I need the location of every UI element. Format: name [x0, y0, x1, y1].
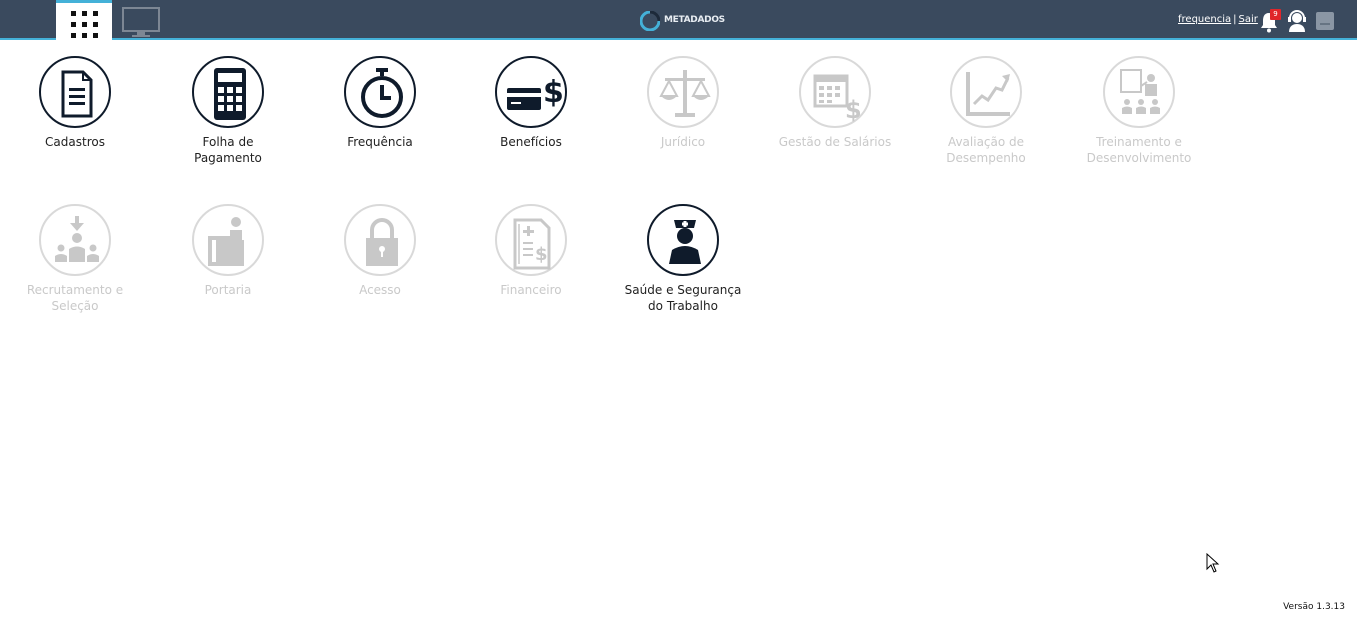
svg-text:$: $ — [543, 75, 564, 110]
module-label: Acesso — [359, 283, 401, 297]
link-separator: | — [1233, 14, 1237, 25]
growth-chart-icon — [966, 72, 1010, 116]
reception-desk-icon — [208, 217, 244, 266]
logo-ring-icon — [639, 10, 661, 32]
svg-text:$: $ — [845, 96, 862, 124]
padlock-icon — [366, 218, 398, 266]
module-label: Jurídico — [660, 135, 706, 149]
calculator-icon — [214, 68, 246, 120]
top-bar: METADADOS frequencia | Sair 9 — [0, 0, 1357, 40]
support-agent-icon[interactable] — [1286, 10, 1308, 32]
scales-icon — [659, 70, 711, 117]
apps-grid-icon — [71, 11, 98, 38]
module-saude-seguranca[interactable]: Saúde e Segurança do Trabalho — [623, 204, 743, 314]
notification-badge: 9 — [1270, 9, 1281, 20]
calendar-dollar-icon: $ — [813, 74, 862, 124]
apps-tab[interactable] — [56, 0, 112, 40]
module-avaliacao-button — [950, 56, 1022, 128]
module-gestao-de-salarios: $ Gestão de Salários — [775, 56, 895, 150]
svg-text:$: $ — [535, 244, 548, 265]
module-cadastros[interactable]: Cadastros — [15, 56, 135, 150]
module-label: Benefícios — [500, 135, 562, 149]
module-label: Gestão de Salários — [778, 135, 892, 149]
module-frequencia[interactable]: Frequência — [320, 56, 440, 150]
module-cadastros-button[interactable] — [39, 56, 111, 128]
presentation-icon — [1120, 69, 1160, 114]
module-treinamento-button — [1103, 56, 1175, 128]
module-recrutamento: Recrutamento e Seleção — [15, 204, 135, 314]
module-label: Frequência — [347, 135, 413, 149]
module-financeiro: $ Financeiro — [471, 204, 591, 298]
chat-icon[interactable] — [1315, 11, 1335, 31]
stopwatch-icon — [361, 68, 403, 118]
module-juridico-button — [647, 56, 719, 128]
module-saude-button[interactable] — [647, 204, 719, 276]
module-label: Saúde e Segurança do Trabalho — [624, 283, 742, 313]
module-acesso-button — [344, 204, 416, 276]
document-icon — [61, 70, 93, 118]
module-beneficios[interactable]: $ Benefícios — [471, 56, 591, 150]
module-acesso: Acesso — [320, 204, 440, 298]
module-label: Financeiro — [500, 283, 562, 297]
user-link[interactable]: frequencia — [1178, 14, 1231, 25]
module-juridico: Jurídico — [623, 56, 743, 150]
module-treinamento: Treinamento e Desenvolvimento — [1079, 56, 1199, 166]
module-label: Treinamento e Desenvolvimento — [1086, 135, 1192, 165]
module-financeiro-button: $ — [495, 204, 567, 276]
module-label: Folha de Pagamento — [194, 135, 262, 165]
module-label: Portaria — [204, 283, 252, 297]
nurse-icon — [669, 220, 701, 264]
monitor-icon[interactable] — [122, 7, 160, 39]
logout-link[interactable]: Sair — [1239, 14, 1258, 25]
module-folha-de-pagamento[interactable]: Folha de Pagamento — [168, 56, 288, 166]
module-label: Cadastros — [45, 135, 105, 149]
card-dollar-icon: $ — [507, 75, 564, 110]
logo-text: METADADOS — [664, 15, 725, 25]
module-portaria-button — [192, 204, 264, 276]
invoice-dollar-icon: $ — [513, 218, 551, 270]
module-label: Avaliação de Desempenho — [946, 135, 1026, 165]
metadados-logo: METADADOS — [639, 10, 725, 32]
module-recrutamento-button — [39, 204, 111, 276]
mouse-cursor-icon — [1206, 553, 1220, 573]
module-label: Recrutamento e Seleção — [26, 283, 124, 313]
recruitment-icon — [55, 216, 99, 262]
module-portaria: Portaria — [168, 204, 288, 298]
module-avaliacao-de-desempenho: Avaliação de Desempenho — [926, 56, 1046, 166]
version-text: Versão 1.3.13 — [1283, 602, 1345, 612]
module-beneficios-button[interactable]: $ — [495, 56, 567, 128]
user-links: frequencia | Sair — [1178, 14, 1258, 25]
module-folha-button[interactable] — [192, 56, 264, 128]
module-frequencia-button[interactable] — [344, 56, 416, 128]
module-gestao-button: $ — [799, 56, 871, 128]
